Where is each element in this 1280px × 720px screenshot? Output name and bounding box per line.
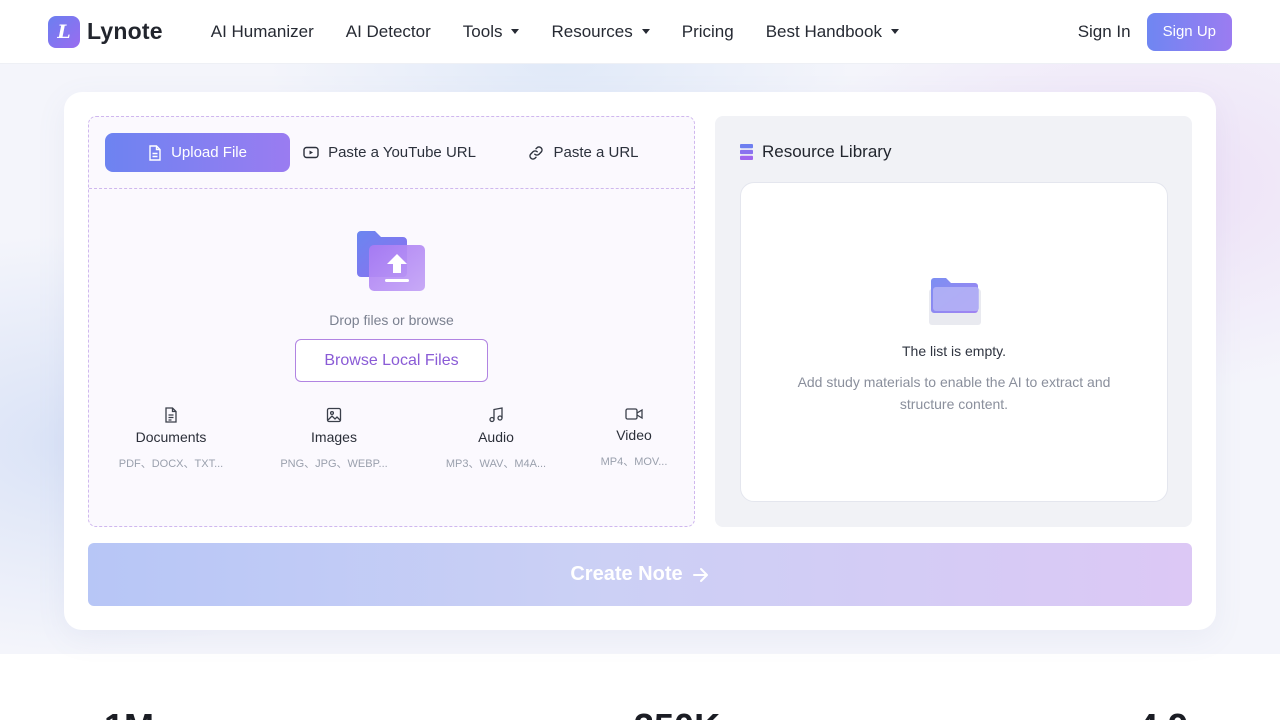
nav-item-label: Tools: [462, 21, 503, 41]
empty-state-title: The list is empty.: [902, 343, 1006, 359]
empty-state-description: Add study materials to enable the AI to …: [797, 374, 1111, 412]
source-tabs: Upload File Paste a YouTube URL Paste a …: [89, 117, 694, 189]
tab-paste-url[interactable]: Paste a URL: [489, 133, 678, 172]
video-icon: [625, 408, 643, 420]
nav-item-label: AI Humanizer: [210, 21, 314, 41]
youtube-icon: [303, 146, 319, 159]
arrow-right-icon: [692, 567, 708, 582]
main-nav: AI Humanizer AI Detector Tools Resources…: [211, 22, 931, 42]
empty-folder-icon: [929, 278, 981, 325]
stat-value: 4.9: [1138, 706, 1188, 720]
tab-youtube-url[interactable]: Paste a YouTube URL: [290, 133, 489, 172]
library-list: The list is empty. Add study materials t…: [740, 182, 1168, 502]
create-note-button[interactable]: Create Note: [88, 543, 1192, 606]
top-nav: L Lynote AI Humanizer AI Detector Tools …: [0, 0, 1280, 64]
caret-down-icon: [890, 29, 899, 34]
browse-local-files-button[interactable]: Browse Local Files: [295, 339, 488, 382]
file-type-audio: Audio MP3、WAV、M4A...: [433, 407, 559, 471]
file-type-name: Audio: [478, 429, 514, 445]
logo-mark-icon: L: [48, 15, 80, 48]
upload-panel: Upload File Paste a YouTube URL Paste a …: [88, 116, 695, 527]
brand-name: Lynote: [87, 18, 163, 44]
image-icon: [326, 407, 342, 423]
nav-item-label: AI Detector: [345, 21, 431, 41]
file-type-name: Video: [616, 427, 652, 443]
caret-down-icon: [511, 29, 520, 34]
file-type-video: Video MP4、MOV...: [589, 407, 679, 469]
tab-label: Upload File: [171, 144, 247, 161]
file-icon: [149, 144, 161, 161]
document-icon: [165, 407, 177, 423]
nav-item-label: Resources: [551, 21, 633, 41]
file-drop-zone[interactable]: Drop files or browse Browse Local Files …: [89, 189, 694, 527]
nav-item-ai-humanizer[interactable]: AI Humanizer: [211, 22, 314, 42]
tab-label: Paste a YouTube URL: [328, 144, 476, 161]
library-title: Resource Library: [762, 142, 892, 161]
file-type-images: Images PNG、JPG、WEBP...: [269, 407, 399, 471]
tab-label: Paste a URL: [553, 144, 639, 161]
brand-logo[interactable]: L Lynote: [48, 15, 163, 48]
file-type-documents: Documents PDF、DOCX、TXT...: [111, 407, 231, 471]
file-type-extensions: MP3、WAV、M4A...: [445, 458, 547, 470]
nav-item-pricing[interactable]: Pricing: [682, 22, 734, 42]
stat-value: 350K: [634, 706, 720, 720]
nav-item-best-handbook[interactable]: Best Handbook: [766, 22, 899, 42]
sign-up-button[interactable]: Sign Up: [1146, 12, 1232, 51]
nav-item-resources[interactable]: Resources: [551, 21, 650, 42]
file-type-name: Images: [311, 429, 357, 445]
resource-library: Resource Library The list is empty. Add …: [715, 116, 1192, 527]
drop-hint: Drop files or browse: [329, 312, 454, 328]
upload-card: Upload File Paste a YouTube URL Paste a …: [64, 92, 1216, 630]
file-type-extensions: PNG、JPG、WEBP...: [280, 458, 388, 470]
nav-item-label: Best Handbook: [765, 21, 882, 41]
tab-upload-file[interactable]: Upload File: [105, 133, 291, 172]
file-type-extensions: MP4、MOV...: [600, 456, 668, 468]
folder-upload-icon: [357, 231, 425, 291]
library-header: Resource Library: [740, 142, 891, 162]
nav-item-label: Pricing: [681, 21, 734, 41]
sign-in-link[interactable]: Sign In: [1078, 22, 1131, 42]
nav-item-tools[interactable]: Tools: [463, 22, 520, 42]
music-icon: [489, 407, 503, 423]
auth-actions: Sign In Sign Up: [1078, 12, 1232, 51]
caret-down-icon: [641, 29, 650, 34]
link-icon: [529, 145, 544, 160]
create-note-label: Create Note: [570, 563, 683, 585]
nav-item-ai-detector[interactable]: AI Detector: [346, 22, 431, 42]
file-type-name: Documents: [135, 429, 207, 445]
file-type-extensions: PDF、DOCX、TXT...: [118, 458, 224, 470]
library-icon: [740, 144, 753, 160]
stat-value: 1M: [104, 706, 154, 720]
